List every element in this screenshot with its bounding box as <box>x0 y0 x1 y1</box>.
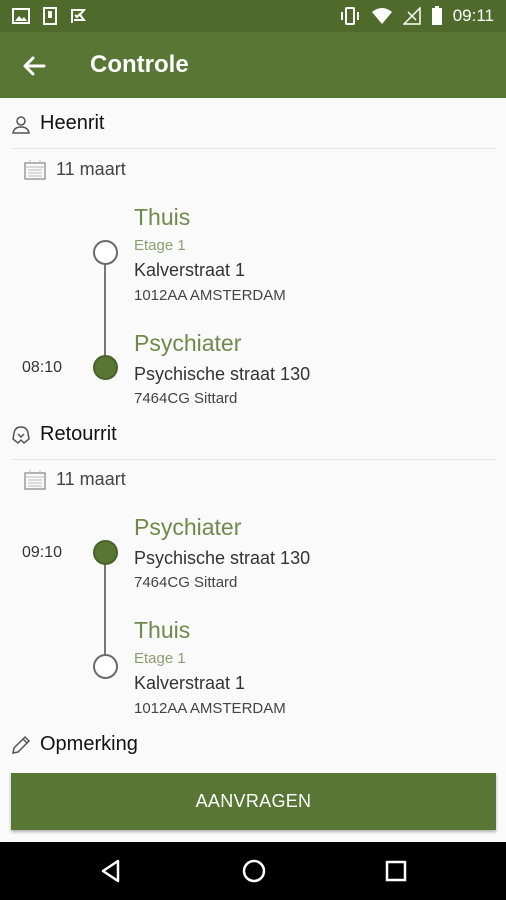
outbound-from-name: Thuis <box>134 204 191 230</box>
return-title: Retourrit <box>40 423 117 445</box>
home-circle-icon[interactable] <box>239 856 269 886</box>
outbound-header: Heenrit <box>10 112 104 135</box>
image-icon <box>12 8 30 24</box>
outbound-from-street: Kalverstraat 1 <box>134 260 246 280</box>
navigation-bar <box>0 842 506 900</box>
divider <box>12 459 496 460</box>
origin-dot <box>93 540 118 565</box>
sim-icon <box>43 7 57 25</box>
arrow-left-icon[interactable] <box>18 50 50 82</box>
return-date-label: 11 maart <box>56 469 126 489</box>
outbound-to-name: Psychiater <box>134 330 242 356</box>
origin-dot <box>93 240 118 265</box>
status-bar: 09:11 <box>0 0 506 32</box>
return-to-floor: Etage 1 <box>134 650 186 667</box>
check-flag-icon <box>71 9 87 23</box>
return-from-city: 7464CG Sittard <box>134 574 238 591</box>
return-icon <box>12 425 30 444</box>
outbound-to-city: 7464CG Sittard <box>134 390 238 407</box>
app-bar: Controle <box>0 32 506 98</box>
return-header: Retourrit <box>10 423 117 446</box>
battery-icon <box>431 6 442 25</box>
outbound-arrival-time: 08:10 <box>22 359 63 376</box>
review-content[interactable]: Heenrit 11 maart Thuis Etage 1 Kalverstr… <box>0 98 506 842</box>
remark-label: Opmerking <box>40 733 138 755</box>
route-line <box>104 264 106 368</box>
route-line <box>104 564 106 668</box>
outbound-date: 11 maart <box>24 159 126 180</box>
divider <box>12 148 496 149</box>
no-signal-icon <box>402 7 421 25</box>
back-triangle-icon[interactable] <box>96 856 126 886</box>
destination-dot <box>93 355 118 380</box>
return-from-street: Psychische straat 130 <box>134 548 311 568</box>
calendar-icon <box>24 469 46 490</box>
return-from-name: Psychiater <box>134 514 242 540</box>
outbound-from-floor: Etage 1 <box>134 237 186 254</box>
outbound-date-label: 11 maart <box>56 159 126 179</box>
return-departure-time: 09:10 <box>22 544 63 561</box>
outbound-from-city: 1012AA AMSTERDAM <box>134 287 286 304</box>
return-to-city: 1012AA AMSTERDAM <box>134 700 286 717</box>
person-pin-icon <box>12 115 30 134</box>
return-to-street: Kalverstraat 1 <box>134 673 246 693</box>
return-to-name: Thuis <box>134 617 191 643</box>
page-title: Controle <box>90 51 189 78</box>
calendar-icon <box>24 159 46 180</box>
pencil-icon <box>12 735 31 754</box>
clock: 09:11 <box>452 6 494 25</box>
destination-dot <box>93 654 118 679</box>
outbound-title: Heenrit <box>40 112 105 134</box>
wifi-icon <box>371 8 392 24</box>
vibrate-icon <box>340 7 359 25</box>
remark-field[interactable]: Opmerking <box>10 733 138 756</box>
outbound-to-street: Psychische straat 130 <box>134 364 311 384</box>
request-button[interactable]: AANVRAGEN <box>11 773 496 830</box>
return-date: 11 maart <box>24 469 126 490</box>
recents-square-icon[interactable] <box>381 856 411 886</box>
